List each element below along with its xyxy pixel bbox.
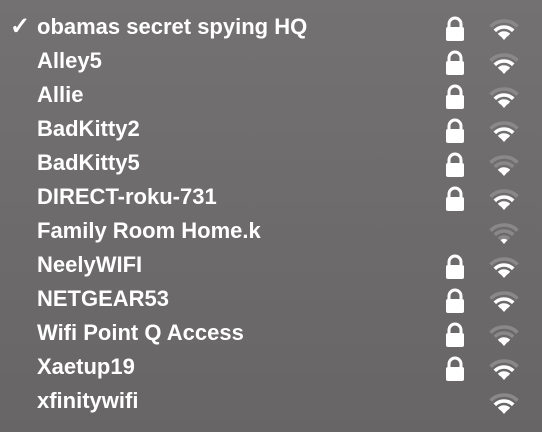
lock-icon bbox=[446, 322, 464, 347]
wifi-signal-icon bbox=[489, 359, 519, 380]
lock-icon bbox=[446, 16, 464, 41]
wifi-signal-icon bbox=[489, 393, 519, 414]
network-list-item[interactable]: NeelyWIFI bbox=[0, 248, 542, 282]
wifi-signal-icon bbox=[489, 291, 519, 312]
lock-icon bbox=[446, 84, 464, 109]
lock-icon bbox=[446, 152, 464, 177]
network-list-item[interactable]: BadKitty5 bbox=[0, 146, 542, 180]
wifi-signal-icon bbox=[489, 189, 519, 210]
network-list-item[interactable]: ✓ obamas secret spying HQ bbox=[0, 10, 542, 44]
wifi-signal-icon bbox=[489, 325, 519, 346]
wifi-signal-icon bbox=[489, 223, 519, 244]
network-list-item[interactable]: Wifi Point Q Access bbox=[0, 316, 542, 350]
network-list-item[interactable]: Xaetup19 bbox=[0, 350, 542, 384]
network-list-item[interactable]: Alley5 bbox=[0, 44, 542, 78]
network-name: Family Room Home.k bbox=[37, 218, 261, 243]
wifi-network-menu: ✓ obamas secret spying HQ Alley5 Allie BadKi… bbox=[0, 0, 542, 432]
lock-icon bbox=[446, 118, 464, 143]
lock-icon bbox=[446, 50, 464, 75]
lock-icon bbox=[446, 186, 464, 211]
network-name: NETGEAR53 bbox=[37, 286, 170, 311]
network-name: Xaetup19 bbox=[37, 354, 135, 379]
network-list-item[interactable]: xfinitywifi bbox=[0, 384, 542, 418]
network-name: obamas secret spying HQ bbox=[37, 14, 308, 39]
wifi-signal-icon bbox=[489, 53, 519, 74]
network-name: Wifi Point Q Access bbox=[37, 320, 244, 345]
network-name: Allie bbox=[37, 82, 84, 107]
network-list-item[interactable]: DIRECT-roku-731 bbox=[0, 180, 542, 214]
wifi-signal-icon bbox=[489, 19, 519, 40]
network-name: NeelyWIFI bbox=[37, 252, 143, 277]
wifi-signal-icon bbox=[489, 155, 519, 176]
lock-icon bbox=[446, 288, 464, 313]
network-name: xfinitywifi bbox=[37, 388, 139, 413]
lock-icon bbox=[446, 254, 464, 279]
wifi-signal-icon bbox=[489, 257, 519, 278]
network-name: BadKitty2 bbox=[37, 116, 140, 141]
wifi-signal-icon bbox=[489, 87, 519, 108]
network-name: Alley5 bbox=[37, 48, 102, 73]
connected-checkmark-icon: ✓ bbox=[10, 13, 31, 40]
lock-icon bbox=[446, 356, 464, 381]
wifi-signal-icon bbox=[489, 121, 519, 142]
network-list-item[interactable]: Family Room Home.k bbox=[0, 214, 542, 248]
network-list-item[interactable]: Allie bbox=[0, 78, 542, 112]
network-name: DIRECT-roku-731 bbox=[37, 184, 217, 209]
network-list-item[interactable]: BadKitty2 bbox=[0, 112, 542, 146]
network-list-item[interactable]: NETGEAR53 bbox=[0, 282, 542, 316]
network-name: BadKitty5 bbox=[37, 150, 140, 175]
